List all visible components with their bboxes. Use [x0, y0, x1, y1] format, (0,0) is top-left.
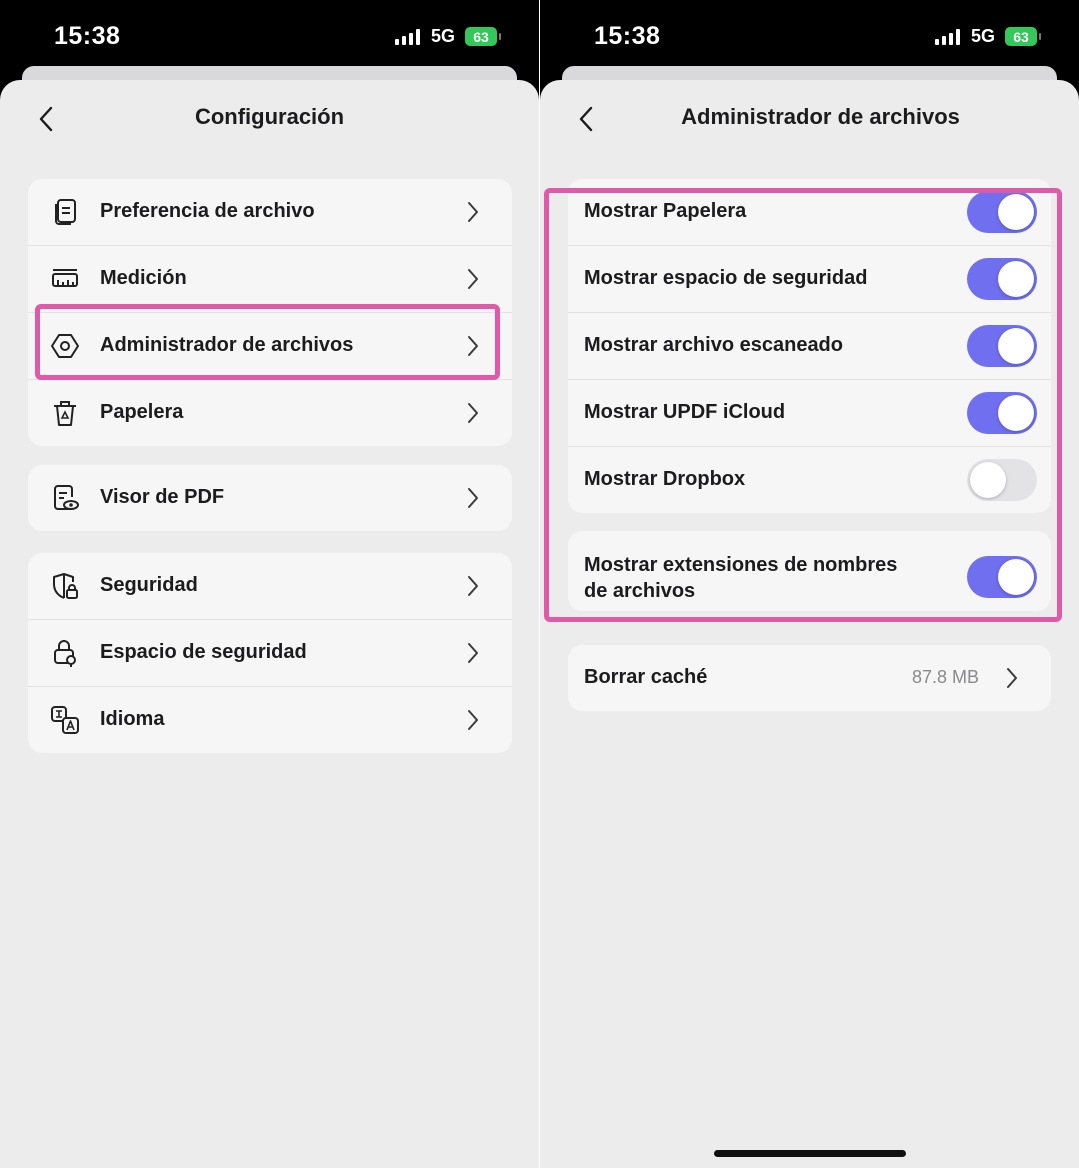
clear-cache-label: Borrar caché: [584, 666, 708, 688]
toggle-row-extensions: Mostrar extensiones de nombres de archivo…: [568, 531, 1051, 611]
toggle-knob: [998, 328, 1034, 364]
settings-group-files: Preferencia de archivo Medición Administ…: [28, 179, 512, 446]
show-dropbox-toggle[interactable]: [967, 459, 1037, 501]
toggle-knob: [970, 462, 1006, 498]
battery-level: 63: [473, 28, 489, 45]
show-trash-toggle[interactable]: [967, 191, 1037, 233]
toggle-row-secure-space: Mostrar espacio de seguridad: [568, 246, 1051, 313]
file-manager-screen: 15:38 5G 63 Administrador de archivos Mo…: [540, 0, 1079, 1168]
toggle-label: Mostrar espacio de seguridad: [584, 267, 868, 289]
settings-item-file-preference[interactable]: Preferencia de archivo: [28, 179, 512, 246]
toggle-label-line2: de archivos: [584, 580, 696, 602]
settings-item-label: Preferencia de archivo: [100, 200, 315, 222]
chevron-right-icon: [468, 336, 478, 356]
chevron-right-icon: [468, 576, 478, 596]
battery-icon: 63: [1005, 27, 1041, 46]
settings-item-pdf-viewer[interactable]: Visor de PDF: [28, 465, 512, 531]
settings-group-viewer: Visor de PDF: [28, 465, 512, 531]
file-preference-icon: [55, 199, 76, 225]
toggle-knob: [998, 559, 1034, 595]
show-secure-space-toggle[interactable]: [967, 258, 1037, 300]
settings-item-label: Idioma: [100, 708, 165, 730]
chevron-right-icon: [468, 403, 478, 423]
status-bar: 15:38 5G 63: [540, 0, 1079, 66]
signal-icon: [935, 29, 960, 45]
toggle-row-icloud: Mostrar UPDF iCloud: [568, 380, 1051, 447]
settings-item-measurement[interactable]: Medición: [28, 246, 512, 313]
status-bar: 15:38 5G 63: [0, 0, 539, 66]
settings-item-label: Espacio de seguridad: [100, 641, 307, 663]
signal-icon: [395, 29, 420, 45]
shield-lock-icon: [53, 573, 78, 599]
settings-item-secure-space[interactable]: Espacio de seguridad: [28, 620, 512, 687]
settings-item-label: Medición: [100, 267, 187, 289]
visibility-toggles-group: Mostrar Papelera Mostrar espacio de segu…: [568, 179, 1051, 513]
chevron-right-icon: [468, 710, 478, 730]
settings-item-label: Papelera: [100, 401, 184, 423]
page-title: Administrador de archivos: [681, 104, 960, 129]
chevron-right-icon: [468, 202, 478, 222]
cache-group: Borrar caché 87.8 MB: [568, 645, 1051, 711]
toggle-row-trash: Mostrar Papelera: [568, 179, 1051, 246]
secure-space-lock-icon: [54, 640, 76, 667]
chevron-right-icon: [468, 643, 478, 663]
toggle-label: Mostrar Dropbox: [584, 468, 746, 490]
toggle-label: Mostrar extensiones de nombres de archivo…: [584, 552, 897, 604]
network-type: 5G: [431, 26, 456, 46]
toggle-label: Mostrar archivo escaneado: [584, 334, 843, 356]
toggle-knob: [998, 194, 1034, 230]
battery-icon: 63: [465, 27, 501, 46]
toggle-knob: [998, 395, 1034, 431]
settings-item-trash[interactable]: Papelera: [28, 380, 512, 446]
show-icloud-toggle[interactable]: [967, 392, 1037, 434]
toggle-knob: [998, 261, 1034, 297]
show-scanned-toggle[interactable]: [967, 325, 1037, 367]
chevron-right-icon: [1007, 668, 1017, 688]
status-time: 15:38: [54, 22, 121, 50]
battery-level: 63: [1013, 28, 1029, 45]
page-title: Configuración: [194, 104, 345, 129]
hexagon-settings-icon: [51, 334, 79, 358]
settings-item-file-manager[interactable]: Administrador de archivos: [28, 313, 512, 380]
language-icon: [51, 706, 79, 734]
status-time: 15:38: [594, 22, 661, 50]
toggle-row-scanned: Mostrar archivo escaneado: [568, 313, 1051, 380]
toggle-label-line1: Mostrar extensiones de nombres: [584, 554, 898, 576]
chevron-right-icon: [468, 269, 478, 289]
extensions-group: Mostrar extensiones de nombres de archivo…: [568, 531, 1051, 611]
toggle-row-dropbox: Mostrar Dropbox: [568, 447, 1051, 513]
home-indicator: [714, 1150, 906, 1157]
cache-size: 87.8 MB: [911, 667, 979, 687]
settings-item-label: Seguridad: [100, 574, 198, 596]
settings-item-label: Visor de PDF: [100, 486, 225, 508]
show-extensions-toggle[interactable]: [967, 556, 1037, 598]
pdf-viewer-icon: [54, 485, 79, 510]
clear-cache-row[interactable]: Borrar caché 87.8 MB: [568, 645, 1051, 711]
settings-item-language[interactable]: Idioma: [28, 687, 512, 753]
chevron-right-icon: [468, 488, 478, 508]
toggle-label: Mostrar UPDF iCloud: [584, 401, 786, 423]
trash-icon: [54, 401, 76, 426]
network-type: 5G: [971, 26, 996, 46]
ruler-icon: [52, 269, 78, 287]
settings-group-security: Seguridad Espacio de seguridad Idioma: [28, 553, 512, 753]
toggle-label: Mostrar Papelera: [584, 200, 747, 222]
settings-item-security[interactable]: Seguridad: [28, 553, 512, 620]
settings-item-label: Administrador de archivos: [100, 334, 354, 356]
settings-screen: 15:38 5G 63 Configuración Preferencia de…: [0, 0, 539, 1168]
